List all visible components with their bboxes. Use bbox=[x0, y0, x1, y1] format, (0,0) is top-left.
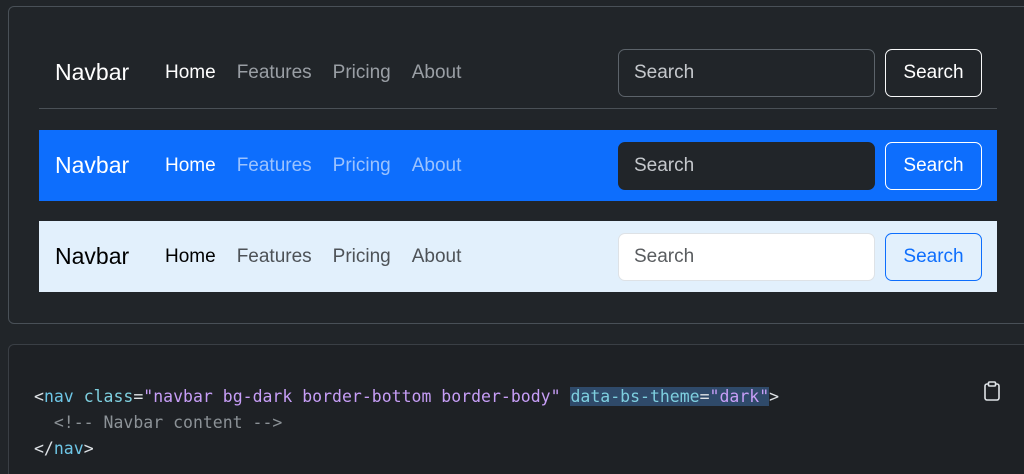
code-token: < bbox=[34, 387, 44, 406]
nav-links: Home Features Pricing About bbox=[165, 246, 482, 268]
code-attr: data-bs-theme bbox=[570, 387, 700, 406]
navbar-brand[interactable]: Navbar bbox=[55, 243, 129, 270]
nav-link-features[interactable]: Features bbox=[237, 62, 312, 84]
code-tag: nav bbox=[53, 439, 84, 458]
nav-link-about[interactable]: About bbox=[412, 155, 462, 177]
navbar-primary: Navbar Home Features Pricing About Searc… bbox=[39, 130, 997, 201]
nav-links: Home Features Pricing About bbox=[165, 155, 482, 177]
nav-link-pricing[interactable]: Pricing bbox=[333, 246, 391, 268]
nav-link-about[interactable]: About bbox=[412, 246, 462, 268]
code-attr: class bbox=[83, 387, 134, 406]
code-string: "navbar bg-dark border-bottom border-bod… bbox=[143, 387, 561, 406]
navbar-dark: Navbar Home Features Pricing About Searc… bbox=[39, 37, 997, 109]
code-snippet: <nav class="navbar bg-dark border-bottom… bbox=[34, 384, 779, 462]
nav-link-features[interactable]: Features bbox=[237, 155, 312, 177]
search-input[interactable]: Search bbox=[618, 141, 875, 190]
code-token: > bbox=[83, 439, 94, 458]
nav-link-pricing[interactable]: Pricing bbox=[333, 155, 391, 177]
code-token: </ bbox=[34, 439, 54, 458]
clipboard-icon[interactable] bbox=[981, 380, 1003, 402]
nav-links: Home Features Pricing About bbox=[165, 62, 482, 84]
search-input[interactable]: Search bbox=[618, 232, 875, 281]
search-button[interactable]: Search bbox=[885, 232, 982, 281]
code-tag: nav bbox=[43, 387, 74, 406]
code-highlight: data-bs-theme="dark" bbox=[570, 387, 770, 406]
code-token: = bbox=[133, 387, 144, 406]
nav-link-features[interactable]: Features bbox=[237, 246, 312, 268]
navbar-brand[interactable]: Navbar bbox=[55, 59, 129, 86]
nav-link-home[interactable]: Home bbox=[165, 155, 216, 177]
search-input[interactable]: Search bbox=[618, 48, 875, 97]
code-comment: <!-- Navbar content --> bbox=[34, 413, 283, 432]
nav-link-home[interactable]: Home bbox=[165, 62, 216, 84]
search-button[interactable]: Search bbox=[885, 48, 982, 97]
nav-link-about[interactable]: About bbox=[412, 62, 462, 84]
code-string: "dark" bbox=[709, 387, 770, 406]
nav-link-home[interactable]: Home bbox=[165, 246, 216, 268]
search-button[interactable]: Search bbox=[885, 141, 982, 190]
navbar-light: Navbar Home Features Pricing About Searc… bbox=[39, 221, 997, 292]
code-token: = bbox=[699, 387, 710, 406]
navbar-brand[interactable]: Navbar bbox=[55, 152, 129, 179]
code-token: > bbox=[769, 387, 780, 406]
nav-link-pricing[interactable]: Pricing bbox=[333, 62, 391, 84]
